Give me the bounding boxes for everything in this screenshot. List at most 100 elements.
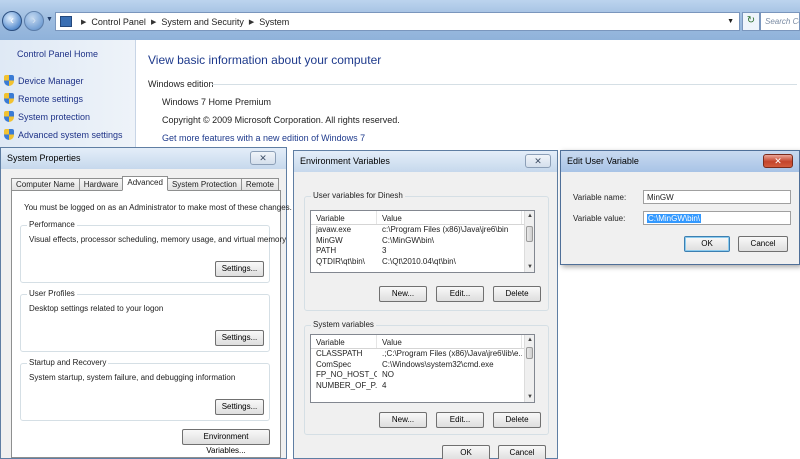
system-variables-list[interactable]: Variable Value CLASSPATH .;C:\Program Fi…: [310, 334, 535, 403]
edit-cancel-button[interactable]: Cancel: [738, 236, 788, 252]
link-label[interactable]: Device Manager: [18, 76, 84, 86]
scrollbar[interactable]: ▲ ▼: [524, 335, 534, 402]
section-heading: Windows edition: [148, 79, 214, 89]
table-row[interactable]: PATH 3: [311, 246, 534, 257]
list-header: Variable Value: [311, 335, 534, 349]
row-variable: ComSpec: [316, 359, 352, 369]
group-label: User variables for Dinesh: [311, 191, 405, 200]
scrollbar[interactable]: ▲ ▼: [524, 211, 534, 272]
link-label[interactable]: Remote settings: [18, 94, 83, 104]
search-input[interactable]: Search Co: [760, 12, 800, 31]
table-row[interactable]: MinGW C:\MinGW\bin\: [311, 236, 534, 247]
row-value: C:\MinGW\bin\: [382, 235, 435, 245]
column-value[interactable]: Value: [377, 211, 522, 224]
chevron-right-icon[interactable]: ▶: [81, 18, 86, 26]
performance-settings-button[interactable]: Settings...: [215, 261, 264, 277]
variable-name-label: Variable name:: [573, 193, 627, 202]
column-variable[interactable]: Variable: [311, 211, 377, 224]
dialog-title: Environment Variables: [294, 151, 557, 172]
more-features-link[interactable]: Get more features with a new edition of …: [162, 133, 365, 143]
section-divider: [212, 84, 797, 85]
table-row[interactable]: NUMBER_OF_P... 4: [311, 381, 534, 392]
table-row[interactable]: javaw.exe c:\Program Files (x86)\Java\jr…: [311, 225, 534, 236]
edit-ok-button[interactable]: OK: [684, 236, 730, 252]
breadcrumb[interactable]: ▶ Control Panel ▶ System and Security ▶ …: [55, 12, 740, 31]
control-panel-icon: [60, 16, 72, 27]
user-new-button[interactable]: New...: [379, 286, 427, 302]
row-variable: FP_NO_HOST_C...: [316, 370, 377, 379]
device-manager-link[interactable]: Device Manager: [4, 75, 84, 86]
scroll-down-icon[interactable]: ▼: [525, 262, 534, 272]
tab-strip: Computer Name Hardware Advanced System P…: [11, 176, 279, 191]
refresh-icon[interactable]: ↻: [742, 12, 760, 31]
env-ok-button[interactable]: OK: [442, 445, 490, 459]
table-row[interactable]: ComSpec C:\Windows\system32\cmd.exe: [311, 360, 534, 371]
breadcrumb-system-security[interactable]: System and Security: [161, 17, 244, 27]
row-variable: QTDIR\qt\bin\: [316, 256, 365, 266]
remote-settings-link[interactable]: Remote settings: [4, 93, 83, 104]
forward-button[interactable]: ›: [24, 11, 44, 31]
shield-icon: [4, 129, 14, 140]
chevron-right-icon[interactable]: ▶: [151, 18, 156, 26]
user-edit-button[interactable]: Edit...: [436, 286, 484, 302]
table-row[interactable]: CLASSPATH .;C:\Program Files (x86)\Java\…: [311, 349, 534, 360]
close-icon[interactable]: ✕: [763, 154, 793, 168]
row-value: .;C:\Program Files (x86)\Java\jre6\lib\e…: [382, 349, 522, 358]
table-row[interactable]: FP_NO_HOST_C... NO: [311, 370, 534, 381]
link-label[interactable]: System protection: [18, 112, 90, 122]
system-properties-dialog: System Properties ✕ Computer Name Hardwa…: [0, 147, 292, 459]
column-value[interactable]: Value: [377, 335, 522, 348]
user-delete-button[interactable]: Delete: [493, 286, 541, 302]
user-profiles-settings-button[interactable]: Settings...: [215, 330, 264, 346]
dialog-title: System Properties: [1, 148, 286, 169]
user-variables-list[interactable]: Variable Value javaw.exe c:\Program File…: [310, 210, 535, 273]
row-value: C:\Windows\system32\cmd.exe: [382, 359, 494, 369]
back-button[interactable]: ‹: [2, 11, 22, 31]
windows-edition-text: Windows 7 Home Premium: [162, 97, 272, 107]
system-protection-link[interactable]: System protection: [4, 111, 90, 122]
user-profiles-group: User Profiles Desktop settings related t…: [20, 289, 270, 352]
selected-text: C:\MinGW\bin\: [647, 214, 702, 223]
address-dropdown-icon[interactable]: ▼: [727, 18, 734, 25]
close-icon[interactable]: ✕: [250, 151, 276, 165]
admin-note: You must be logged on as an Administrato…: [24, 203, 292, 212]
tab-advanced[interactable]: Advanced: [122, 176, 168, 191]
system-delete-button[interactable]: Delete: [493, 412, 541, 428]
scroll-up-icon[interactable]: ▲: [525, 211, 534, 221]
startup-settings-button[interactable]: Settings...: [215, 399, 264, 415]
breadcrumb-control-panel[interactable]: Control Panel: [91, 17, 146, 27]
env-cancel-button[interactable]: Cancel: [498, 445, 546, 459]
row-value: NO: [382, 370, 394, 379]
environment-variables-button[interactable]: Environment Variables...: [182, 429, 270, 455]
control-panel-home-link[interactable]: Control Panel Home: [17, 49, 98, 59]
recent-pages-dropdown-icon[interactable]: ▼: [46, 16, 53, 23]
startup-recovery-group: Startup and Recovery System startup, sys…: [20, 358, 270, 421]
breadcrumb-system[interactable]: System: [259, 17, 289, 27]
variable-name-field[interactable]: MinGW: [643, 190, 791, 204]
row-value: 4: [382, 380, 387, 390]
chevron-right-icon[interactable]: ▶: [249, 18, 254, 26]
shield-icon: [4, 111, 14, 122]
row-variable: CLASSPATH: [316, 349, 363, 358]
variable-value-field[interactable]: C:\MinGW\bin\: [643, 211, 791, 225]
row-variable: NUMBER_OF_P...: [316, 380, 377, 390]
row-value: 3: [382, 246, 387, 255]
scroll-thumb[interactable]: [526, 226, 533, 242]
row-variable: MinGW: [316, 235, 343, 245]
scroll-thumb[interactable]: [526, 347, 533, 359]
edit-user-variable-dialog: Edit User Variable ✕ Variable name: MinG…: [560, 150, 800, 265]
scroll-down-icon[interactable]: ▼: [525, 392, 534, 402]
table-row[interactable]: QTDIR\qt\bin\ C:\Qt\2010.04\qt\bin\: [311, 257, 534, 268]
scroll-up-icon[interactable]: ▲: [525, 335, 534, 345]
advanced-system-settings-link[interactable]: Advanced system settings: [4, 129, 123, 140]
close-icon[interactable]: ✕: [525, 154, 551, 168]
advanced-tab-panel: You must be logged on as an Administrato…: [11, 190, 292, 458]
system-new-button[interactable]: New...: [379, 412, 427, 428]
group-label: System variables: [311, 320, 376, 329]
link-label[interactable]: Advanced system settings: [18, 130, 123, 140]
group-label: User Profiles: [27, 289, 77, 298]
column-variable[interactable]: Variable: [311, 335, 377, 348]
shield-icon: [4, 75, 14, 86]
system-edit-button[interactable]: Edit...: [436, 412, 484, 428]
row-variable: PATH: [316, 246, 337, 255]
